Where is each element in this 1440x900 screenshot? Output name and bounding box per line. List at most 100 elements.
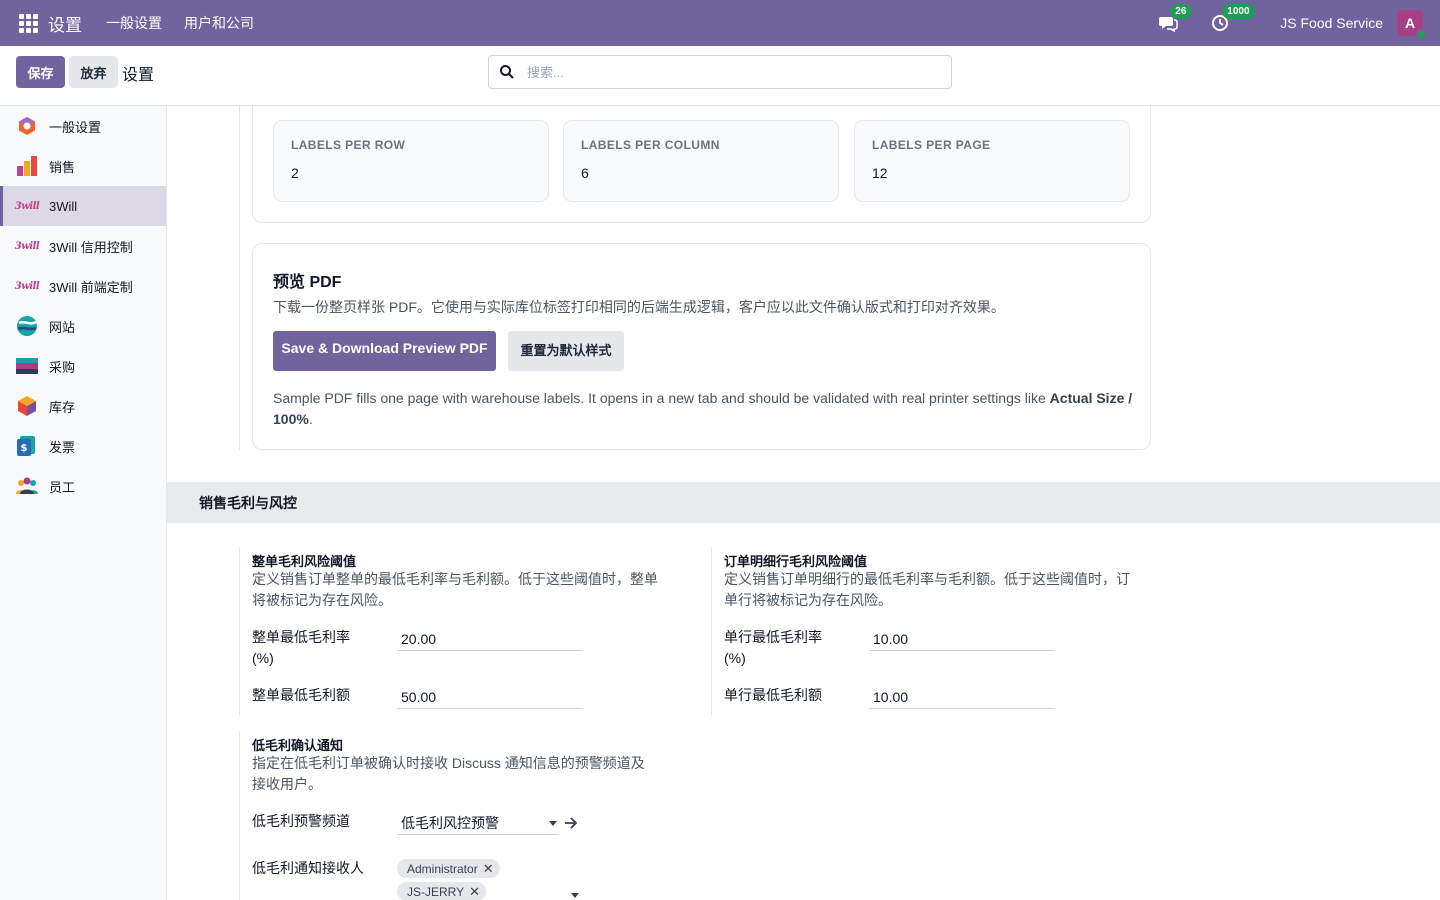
sidebar-item-label: 网站 <box>49 319 76 335</box>
labels-per-row-metric: LABELS PER ROW 2 <box>273 120 549 202</box>
control-panel: 保存 放弃 设置 <box>0 46 1440 106</box>
user-avatar[interactable]: A <box>1397 10 1427 40</box>
order-min-amount-label: 整单最低毛利额 <box>252 687 350 703</box>
line-threshold-desc-line1: 定义销售订单明细行的最低毛利率与毛利额。低于这些阈值时，订 <box>724 571 1130 587</box>
top-navbar: 设置 一般设置 用户和公司 26 1000 JS Food Service A <box>0 0 1440 46</box>
order-min-amount-input[interactable]: 50.00 <box>397 685 583 709</box>
metric-label: LABELS PER PAGE <box>872 138 991 152</box>
notification-desc-line2: 接收用户。 <box>252 776 322 792</box>
remove-tag-icon[interactable]: ✕ <box>483 862 494 875</box>
notification-title: 低毛利确认通知 <box>252 738 344 753</box>
chevron-down-icon[interactable] <box>571 893 579 898</box>
order-min-rate-unit: (%) <box>252 650 274 666</box>
messages-count-badge: 26 <box>1170 4 1192 19</box>
preview-pdf-description: 下载一份整页样张 PDF。它使用与实际库位标签打印相同的后端生成逻辑，客户应以此… <box>273 299 1005 315</box>
sidebar-item-inventory[interactable]: 库存 <box>0 386 166 426</box>
svg-text:$: $ <box>21 443 28 454</box>
order-min-rate-input[interactable]: 20.00 <box>397 627 583 651</box>
alert-channel-value: 低毛利风控预警 <box>401 814 499 831</box>
line-threshold-title: 订单明细行毛利风险阈值 <box>724 554 868 569</box>
labels-per-page-metric: LABELS PER PAGE 12 <box>854 120 1130 202</box>
metric-value: 6 <box>581 165 589 181</box>
order-threshold-desc-line1: 定义销售订单整单的最低毛利率与毛利额。低于这些阈值时，整单 <box>252 571 658 587</box>
settings-content: LABELS PER ROW 2 LABELS PER COLUMN 6 LAB… <box>167 106 1440 900</box>
sidebar-item-label: 员工 <box>49 479 76 495</box>
sidebar-item-label: 一般设置 <box>49 119 102 135</box>
notification-desc-line1: 指定在低毛利订单被确认时接收 Discuss 通知信息的预警频道及 <box>252 755 645 771</box>
sidebar-item-label: 发票 <box>49 439 76 455</box>
line-threshold-desc-line2: 单行将被标记为存在风险。 <box>724 592 892 608</box>
sidebar-item-3will[interactable]: 3will 3Will <box>0 186 166 226</box>
sidebar-item-employees[interactable]: 员工 <box>0 466 166 506</box>
menu-general-settings[interactable]: 一般设置 <box>106 13 162 33</box>
sidebar-item-label: 3Will 前端定制 <box>49 279 133 295</box>
recipient-tag: JS-JERRY ✕ <box>397 882 487 900</box>
chevron-down-icon <box>549 821 557 826</box>
website-icon <box>16 315 38 337</box>
sidebar-item-invoicing[interactable]: $ 发票 <box>0 426 166 466</box>
line-min-amount-input[interactable]: 10.00 <box>869 685 1055 709</box>
line-min-rate-label: 单行最低毛利率 <box>724 629 822 645</box>
order-threshold-title: 整单毛利风险阈值 <box>252 554 357 569</box>
discard-button[interactable]: 放弃 <box>69 56 118 88</box>
preview-pdf-card: 预览 PDF 下载一份整页样张 PDF。它使用与实际库位标签打印相同的后端生成逻… <box>252 243 1151 450</box>
margin-risk-section-header: 销售毛利与风控 <box>167 482 1440 523</box>
invoicing-icon: $ <box>16 435 38 457</box>
sidebar-item-3will-credit[interactable]: 3will 3Will 信用控制 <box>0 226 166 266</box>
column-rule <box>239 731 240 900</box>
line-min-rate-unit: (%) <box>724 650 746 666</box>
recipients-label: 低毛利通知接收人 <box>252 860 364 876</box>
activities-count-badge: 1000 <box>1222 4 1255 19</box>
section-left-rule <box>239 106 240 450</box>
sidebar-item-label: 3Will <box>49 198 78 214</box>
purchase-icon <box>16 355 38 377</box>
recipient-tag: Administrator ✕ <box>397 859 500 878</box>
sidebar-item-general[interactable]: 一般设置 <box>0 106 166 146</box>
remove-tag-icon[interactable]: ✕ <box>469 885 480 898</box>
online-status-dot <box>1416 29 1427 40</box>
sales-icon <box>16 155 38 177</box>
sidebar-item-label: 销售 <box>49 159 76 175</box>
internal-link-arrow-icon[interactable] <box>564 816 578 830</box>
employees-icon <box>16 475 38 497</box>
line-min-rate-input[interactable]: 10.00 <box>869 627 1055 651</box>
sidebar-item-sales[interactable]: 销售 <box>0 146 166 186</box>
column-rule <box>239 547 240 715</box>
preview-pdf-note: Sample PDF fills one page with warehouse… <box>273 390 1133 427</box>
column-rule <box>711 547 712 715</box>
preview-pdf-title: 预览 PDF <box>273 274 342 291</box>
search-box[interactable] <box>488 55 952 89</box>
inventory-icon <box>16 395 38 417</box>
sidebar-item-purchase[interactable]: 采购 <box>0 346 166 386</box>
recipient-tag-label: JS-JERRY <box>407 884 465 899</box>
section-title: 销售毛利与风控 <box>199 494 297 511</box>
3will-logo-icon: 3will <box>14 200 40 212</box>
activities-button[interactable]: 1000 <box>1210 4 1255 33</box>
3will-logo-icon: 3will <box>14 280 40 292</box>
search-icon <box>500 65 514 79</box>
alert-channel-label: 低毛利预警频道 <box>252 813 350 829</box>
app-brand[interactable]: 设置 <box>48 11 82 36</box>
label-layout-card: LABELS PER ROW 2 LABELS PER COLUMN 6 LAB… <box>252 106 1151 223</box>
line-min-amount-label: 单行最低毛利额 <box>724 687 822 703</box>
settings-sidebar: 一般设置 销售 3will 3Will 3will 3Will 信用控制 3wi… <box>0 106 167 900</box>
menu-users-companies[interactable]: 用户和公司 <box>184 13 254 33</box>
avatar-letter: A <box>1404 15 1416 31</box>
sidebar-item-3will-frontend[interactable]: 3will 3Will 前端定制 <box>0 266 166 306</box>
sidebar-item-label: 采购 <box>49 359 76 375</box>
reset-default-style-button[interactable]: 重置为默认样式 <box>508 331 624 371</box>
sidebar-item-label: 3Will 信用控制 <box>49 239 133 255</box>
company-switcher[interactable]: JS Food Service <box>1280 15 1383 31</box>
metric-label: LABELS PER ROW <box>291 138 406 152</box>
search-input[interactable] <box>527 64 927 80</box>
breadcrumb: 设置 <box>122 67 155 84</box>
general-settings-icon <box>16 115 38 137</box>
alert-channel-select[interactable]: 低毛利风控预警 <box>397 811 559 835</box>
metric-value: 2 <box>291 165 299 181</box>
messages-button[interactable]: 26 <box>1158 4 1192 33</box>
save-button[interactable]: 保存 <box>16 56 65 88</box>
app-menu-icon[interactable] <box>17 12 39 34</box>
recipient-tag-label: Administrator <box>407 861 478 876</box>
sidebar-item-website[interactable]: 网站 <box>0 306 166 346</box>
download-preview-pdf-button[interactable]: Save & Download Preview PDF <box>273 331 496 371</box>
